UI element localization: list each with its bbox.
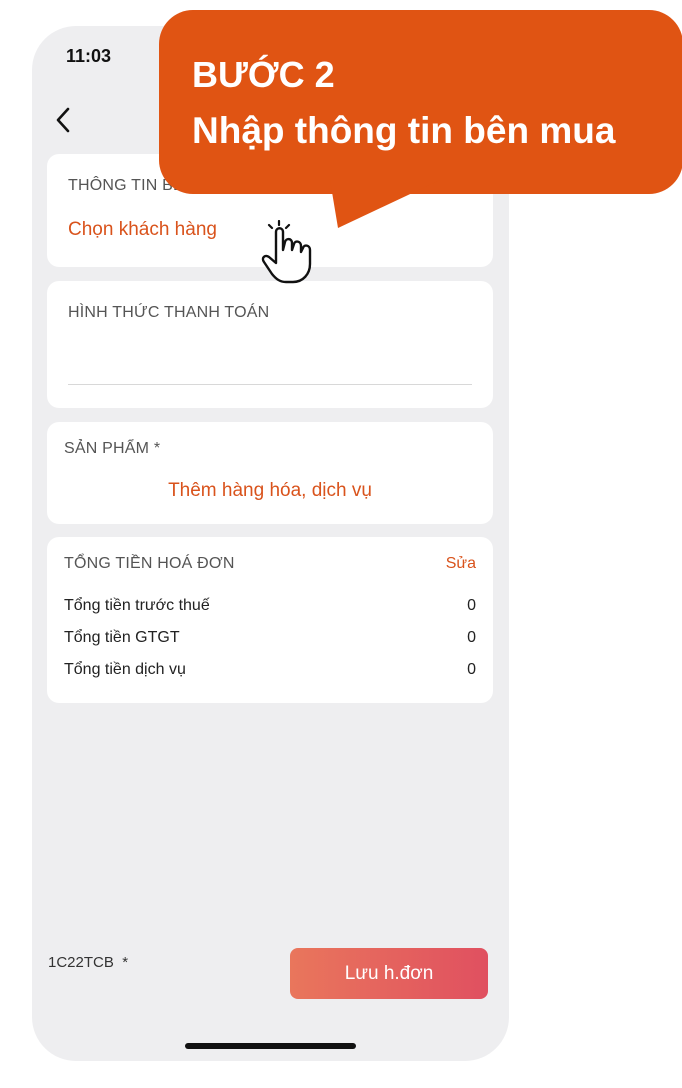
products-section-label: SẢN PHẨM * — [64, 440, 161, 457]
callout-subtitle: Nhập thông tin bên mua — [192, 110, 616, 151]
service-total-value: 0 — [467, 661, 476, 678]
callout-title: BƯỚC 2 — [192, 54, 335, 95]
payment-field-underline — [68, 384, 472, 385]
status-time: 11:03 — [66, 46, 112, 66]
payment-section-label: HÌNH THỨC THANH TOÁN — [68, 304, 270, 321]
service-total-label: Tổng tiền dịch vụ — [64, 661, 186, 678]
invoice-series: 1C22TCB * — [48, 954, 129, 971]
save-invoice-button[interactable]: Lưu h.đơn — [290, 948, 488, 999]
products-card: SẢN PHẨM * Thêm hàng hóa, dịch vụ — [47, 422, 493, 524]
step-callout: BƯỚC 2 Nhập thông tin bên mua — [159, 10, 682, 194]
add-products-link[interactable]: Thêm hàng hóa, dịch vụ — [47, 480, 493, 502]
vat-total-label: Tổng tiền GTGT — [64, 629, 180, 646]
home-indicator — [185, 1043, 356, 1049]
vat-total-value: 0 — [467, 629, 476, 646]
edit-totals-button[interactable]: Sửa — [446, 555, 476, 573]
payment-method-field[interactable] — [68, 337, 472, 383]
totals-section-label: TỔNG TIỀN HOÁ ĐƠN — [64, 555, 235, 572]
back-button[interactable] — [48, 102, 78, 138]
callout-tail — [330, 180, 440, 228]
select-customer-link[interactable]: Chọn khách hàng — [68, 219, 217, 241]
subtotal-value: 0 — [467, 597, 476, 614]
chevron-left-icon — [56, 107, 70, 133]
pointing-hand-icon — [261, 220, 312, 284]
subtotal-label: Tổng tiền trước thuế — [64, 597, 210, 614]
invoice-totals-card: TỔNG TIỀN HOÁ ĐƠN Sửa Tổng tiền trước th… — [47, 537, 493, 703]
payment-method-card: HÌNH THỨC THANH TOÁN — [47, 281, 493, 408]
